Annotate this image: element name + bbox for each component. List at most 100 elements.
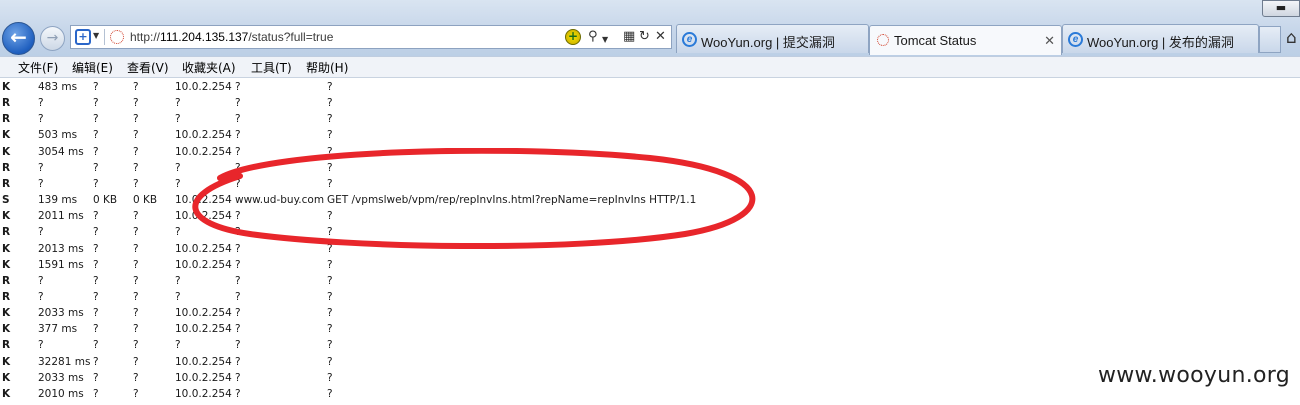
request-cell: ? <box>327 323 333 336</box>
vhost-cell: ? <box>235 307 241 320</box>
search-chevron-down-icon[interactable]: ▼ <box>602 32 608 48</box>
table-row: R?????? <box>0 111 1300 127</box>
tab-tomcat-status[interactable]: Tomcat Status ✕ <box>869 25 1062 55</box>
menu-bar: 文件(F) 编辑(E) 查看(V) 收藏夹(A) 工具(T) 帮助(H) <box>0 56 1300 78</box>
bytes-recv-cell: ? <box>133 258 139 271</box>
bytes-sent-cell: ? <box>93 242 99 255</box>
bytes-sent-cell: ? <box>93 371 99 384</box>
bytes-recv-cell: ? <box>133 355 139 368</box>
request-cell: ? <box>327 274 333 287</box>
stop-icon[interactable]: ✕ <box>655 29 666 45</box>
bytes-sent-cell: ? <box>93 177 99 190</box>
bytes-recv-cell: ? <box>133 97 139 110</box>
table-row: R?????? <box>0 95 1300 111</box>
bytes-recv-cell: ? <box>133 226 139 239</box>
table-row: K 483 ms?? 10.0.2.254?? <box>0 79 1300 95</box>
menu-edit[interactable]: 编辑(E) <box>72 59 113 76</box>
compat-shield-icon[interactable]: + <box>75 29 91 45</box>
menu-help[interactable]: 帮助(H) <box>306 59 348 76</box>
stage-cell: K <box>2 258 11 271</box>
request-cell: ? <box>327 97 333 110</box>
tab-wooyun-submit[interactable]: e WooYun.org | 提交漏洞 <box>676 24 869 53</box>
compat-view-icon[interactable]: ▦ <box>623 29 635 45</box>
table-row: K 2033 ms?? 10.0.2.254?? <box>0 305 1300 321</box>
home-icon[interactable]: ⌂ <box>1286 28 1297 48</box>
refresh-icon[interactable]: ↻ <box>639 29 650 45</box>
request-cell: ? <box>327 307 333 320</box>
client-cell: 10.0.2.254 <box>175 323 232 336</box>
vhost-cell: ? <box>235 97 241 110</box>
client-cell: 10.0.2.254 <box>175 387 232 400</box>
ie-icon: e <box>1068 32 1083 47</box>
bytes-sent-cell: ? <box>93 323 99 336</box>
request-cell: ? <box>327 387 333 400</box>
bytes-recv-cell: ? <box>133 307 139 320</box>
vhost-cell: ? <box>235 371 241 384</box>
menu-favorites[interactable]: 收藏夹(A) <box>182 59 236 76</box>
close-icon[interactable]: ✕ <box>1044 33 1055 49</box>
vhost-cell: ? <box>235 290 241 303</box>
stage-cell: K <box>2 307 11 320</box>
stage-cell: R <box>2 97 11 110</box>
request-cell: ? <box>327 113 333 126</box>
bytes-sent-cell: ? <box>93 339 99 352</box>
addon-icon[interactable]: + <box>565 29 581 45</box>
request-cell: ? <box>327 290 333 303</box>
menu-view[interactable]: 查看(V) <box>127 59 169 76</box>
bytes-recv-cell: ? <box>133 113 139 126</box>
time-cell: ? <box>38 113 44 126</box>
client-cell: 10.0.2.254 <box>175 258 232 271</box>
vhost-cell: ? <box>235 129 241 142</box>
stage-cell: R <box>2 226 11 239</box>
table-row: R?????? <box>0 273 1300 289</box>
search-icon[interactable]: ⚲ <box>588 29 598 45</box>
time-cell: 3054 ms <box>38 145 84 158</box>
menu-file[interactable]: 文件(F) <box>18 59 58 76</box>
request-cell: ? <box>327 355 333 368</box>
arrow-right-icon: → <box>46 30 59 46</box>
menu-tools[interactable]: 工具(T) <box>251 59 292 76</box>
address-bar[interactable]: + ▼ http://111.204.135.137/status?full=t… <box>70 25 672 49</box>
minimize-button[interactable]: ▬ <box>1262 0 1300 17</box>
new-tab-button[interactable] <box>1259 26 1281 53</box>
forward-button[interactable]: → <box>40 26 65 51</box>
vhost-cell: ? <box>235 81 241 93</box>
tab-wooyun-published[interactable]: e WooYun.org | 发布的漏洞 <box>1062 24 1259 53</box>
chevron-down-icon[interactable]: ▼ <box>93 31 99 40</box>
url-scheme: http:// <box>130 30 161 44</box>
time-cell: ? <box>38 161 44 174</box>
stage-cell: K <box>2 145 11 158</box>
table-row: K 503 ms?? 10.0.2.254?? <box>0 127 1300 143</box>
stage-cell: K <box>2 323 11 336</box>
time-cell: ? <box>38 274 44 287</box>
url-path: /status?full=true <box>248 30 334 44</box>
client-cell: ? <box>175 290 181 303</box>
bytes-sent-cell: ? <box>93 129 99 142</box>
time-cell: ? <box>38 339 44 352</box>
table-row: R?????? <box>0 289 1300 305</box>
stage-cell: K <box>2 129 11 142</box>
watermark: www.wooyun.org <box>1097 363 1290 388</box>
stage-cell: R <box>2 161 11 174</box>
url-text[interactable]: http://111.204.135.137/status?full=true <box>130 30 333 44</box>
bytes-sent-cell: ? <box>93 81 99 93</box>
bytes-sent-cell: ? <box>93 387 99 400</box>
time-cell: ? <box>38 290 44 303</box>
stage-cell: R <box>2 339 11 352</box>
bytes-recv-cell: ? <box>133 274 139 287</box>
time-cell: 139 ms <box>38 194 78 207</box>
time-cell: 2010 ms <box>38 387 84 400</box>
client-cell: 10.0.2.254 <box>175 129 232 142</box>
stage-cell: K <box>2 242 11 255</box>
stage-cell: K <box>2 355 11 368</box>
stage-cell: R <box>2 177 11 190</box>
back-button[interactable]: ← <box>2 22 35 55</box>
bytes-recv-cell: ? <box>133 387 139 400</box>
bytes-sent-cell: ? <box>93 258 99 271</box>
request-cell: ? <box>327 339 333 352</box>
ie-icon: e <box>682 32 697 47</box>
bytes-sent-cell: ? <box>93 161 99 174</box>
tab-label: Tomcat Status <box>894 33 977 48</box>
vhost-cell: ? <box>235 355 241 368</box>
arrow-left-icon: ← <box>10 25 27 49</box>
